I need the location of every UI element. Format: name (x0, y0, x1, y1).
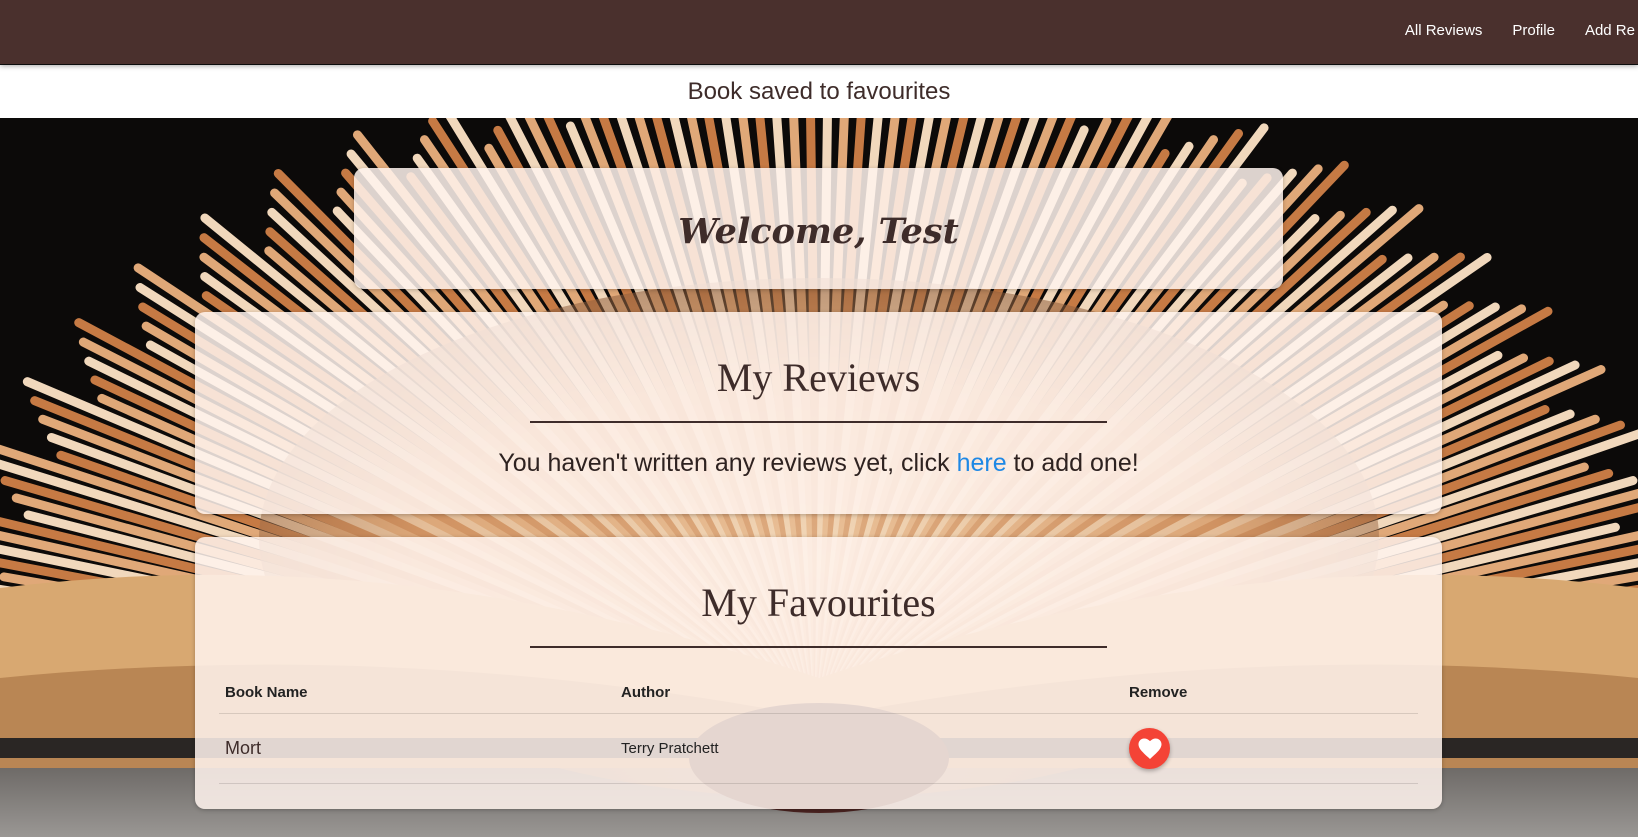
table-row: Mort Terry Pratchett (219, 713, 1418, 784)
table-header-row: Book Name Author Remove (219, 671, 1418, 714)
author-cell: Terry Pratchett (615, 713, 1123, 784)
nav-link-add-review[interactable]: Add Re (1570, 22, 1638, 39)
welcome-heading: Welcome, Test (678, 211, 959, 252)
book-name-cell: Mort (219, 713, 615, 784)
remove-cell (1123, 713, 1418, 784)
flash-message: Book saved to favourites (0, 65, 1638, 118)
add-review-link[interactable]: here (957, 449, 1007, 477)
my-favourites-heading: My Favourites (701, 580, 936, 625)
my-favourites-card: My Favourites Book Name Author Remove Mo… (195, 537, 1442, 809)
my-reviews-card: My Reviews You haven't written any revie… (195, 312, 1442, 514)
nav-links: All Reviews Profile Add Re (1390, 0, 1638, 60)
heart-icon (1138, 738, 1161, 759)
welcome-card: Welcome, Test (354, 168, 1283, 289)
divider (530, 646, 1107, 648)
favourites-table: Book Name Author Remove Mort Terry Pratc… (219, 671, 1418, 784)
nav-link-all-reviews[interactable]: All Reviews (1390, 22, 1498, 39)
divider (530, 421, 1107, 423)
nav-link-profile[interactable]: Profile (1497, 22, 1570, 39)
remove-favourite-button[interactable] (1129, 728, 1170, 769)
my-reviews-heading: My Reviews (716, 355, 921, 400)
no-reviews-message: You haven't written any reviews yet, cli… (195, 449, 1442, 478)
no-reviews-text: You haven't written any reviews yet, cli… (498, 449, 957, 477)
column-header-remove: Remove (1123, 671, 1418, 714)
navbar: All Reviews Profile Add Re (0, 0, 1638, 64)
column-header-author: Author (615, 671, 1123, 714)
column-header-book-name: Book Name (219, 671, 615, 714)
no-reviews-text-end: to add one! (1006, 449, 1139, 477)
